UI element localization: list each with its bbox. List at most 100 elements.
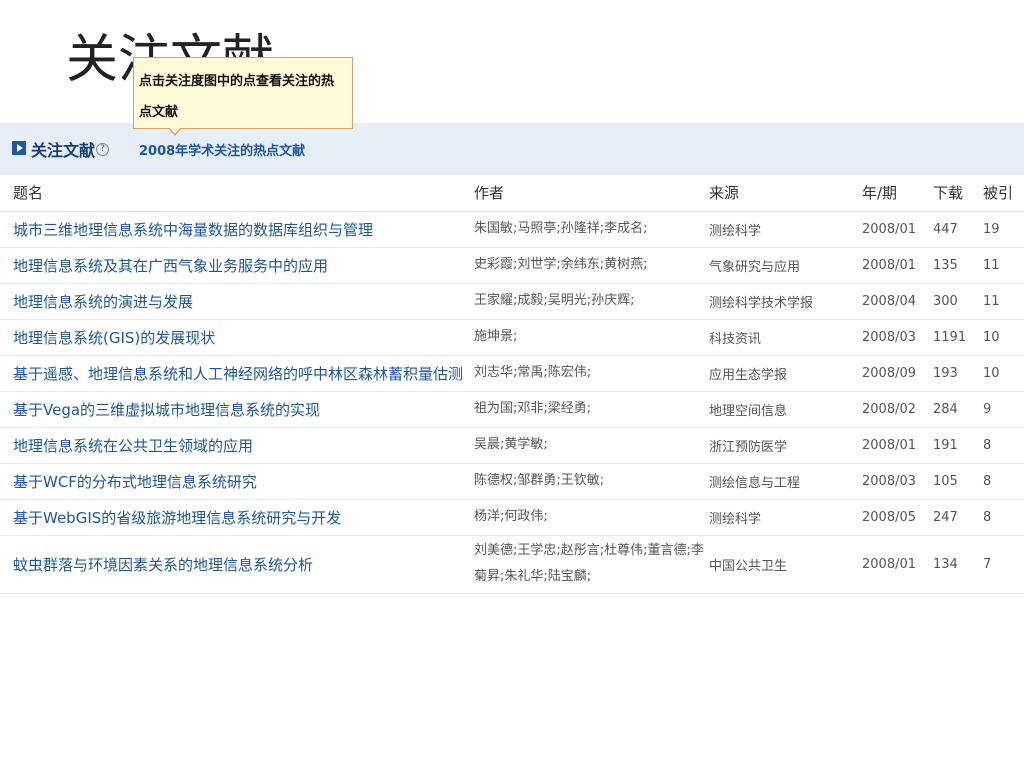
help-icon[interactable]: ?: [96, 143, 109, 156]
cell-source: 地理空间信息: [709, 391, 862, 427]
article-cited: 19: [983, 221, 1000, 237]
cell-downloads: 447: [933, 211, 983, 247]
article-issue: 2008/03: [862, 473, 917, 489]
cell-issue: 2008/01: [862, 247, 933, 283]
cell-downloads: 247: [933, 499, 983, 535]
article-issue: 2008/02: [862, 401, 917, 417]
cell-source: 测绘科学: [709, 499, 862, 535]
cell-downloads: 193: [933, 355, 983, 391]
article-issue: 2008/01: [862, 556, 917, 572]
article-cited: 7: [983, 556, 992, 572]
cell-title: 基于遥感、地理信息系统和人工神经网络的呼中林区森林蓄积量估测: [0, 355, 474, 391]
cell-cited: 10: [983, 355, 1024, 391]
article-cited: 10: [983, 329, 1000, 345]
cell-authors: 刘志华;常禹;陈宏伟;: [474, 355, 709, 391]
table-row: 地理信息系统及其在广西气象业务服务中的应用 史彩霞;刘世学;余纬东;黄树燕; 气象研…: [0, 247, 1024, 283]
cell-downloads: 300: [933, 283, 983, 319]
article-title-link[interactable]: 基于遥感、地理信息系统和人工神经网络的呼中林区森林蓄积量估测: [13, 365, 463, 383]
cell-authors: 施坤景;: [474, 319, 709, 355]
article-source: 测绘信息与工程: [709, 475, 801, 491]
article-cited: 8: [983, 473, 992, 489]
cell-issue: 2008/09: [862, 355, 933, 391]
cell-source: 测绘信息与工程: [709, 463, 862, 499]
table-row: 基于WCF的分布式地理信息系统研究 陈德权;邹群勇;王钦敏; 测绘信息与工程 2008…: [0, 463, 1024, 499]
article-issue: 2008/04: [862, 293, 917, 309]
column-header-cited[interactable]: 被引: [983, 175, 1024, 212]
panel-title: 关注文献: [31, 141, 96, 160]
cell-downloads: 284: [933, 391, 983, 427]
cell-authors: 朱国敏;马照亭;孙隆祥;李成名;: [474, 211, 709, 247]
article-downloads: 191: [933, 437, 958, 453]
cell-source: 科技资讯: [709, 319, 862, 355]
article-title-link[interactable]: 蚊虫群落与环境因素关系的地理信息系统分析: [13, 556, 313, 574]
cell-title: 地理信息系统(GIS)的发展现状: [0, 319, 474, 355]
article-authors: 陈德权;邹群勇;王钦敏;: [474, 473, 605, 488]
cell-cited: 7: [983, 535, 1024, 593]
article-authors: 王家耀;成毅;吴明光;孙庆辉;: [474, 293, 635, 308]
article-authors: 朱国敏;马照亭;孙隆祥;李成名;: [474, 221, 648, 236]
article-issue: 2008/01: [862, 221, 917, 237]
cell-issue: 2008/05: [862, 499, 933, 535]
cell-title: 地理信息系统的演进与发展: [0, 283, 474, 319]
cell-cited: 8: [983, 427, 1024, 463]
article-downloads: 105: [933, 473, 958, 489]
cell-title: 基于WebGIS的省级旅游地理信息系统研究与开发: [0, 499, 474, 535]
cell-source: 气象研究与应用: [709, 247, 862, 283]
cell-cited: 11: [983, 283, 1024, 319]
hot-literature-link[interactable]: 2008年学术关注的热点文献: [139, 140, 305, 159]
cell-downloads: 191: [933, 427, 983, 463]
cell-source: 测绘科学技术学报: [709, 283, 862, 319]
cell-title: 基于Vega的三维虚拟城市地理信息系统的实现: [0, 391, 474, 427]
article-issue: 2008/01: [862, 437, 917, 453]
play-arrow-icon: [12, 141, 26, 155]
article-issue: 2008/01: [862, 257, 917, 273]
column-header-downloads[interactable]: 下载: [933, 175, 983, 212]
article-downloads: 447: [933, 221, 958, 237]
article-cited: 8: [983, 509, 992, 525]
article-source: 测绘科学技术学报: [709, 295, 814, 311]
article-title-link[interactable]: 基于WCF的分布式地理信息系统研究: [13, 473, 257, 491]
cell-title: 地理信息系统在公共卫生领域的应用: [0, 427, 474, 463]
article-source: 测绘科学: [709, 223, 762, 239]
hint-tooltip: 点击关注度图中的点查看关注的热点文献: [133, 57, 353, 129]
cell-title: 蚊虫群落与环境因素关系的地理信息系统分析: [0, 535, 474, 593]
table-row: 基于遥感、地理信息系统和人工神经网络的呼中林区森林蓄积量估测 刘志华;常禹;陈宏伟…: [0, 355, 1024, 391]
cell-authors: 史彩霞;刘世学;余纬东;黄树燕;: [474, 247, 709, 283]
article-downloads: 284: [933, 401, 958, 417]
cell-source: 浙江预防医学: [709, 427, 862, 463]
article-authors: 祖为国;邓非;梁经勇;: [474, 401, 592, 416]
cell-authors: 祖为国;邓非;梁经勇;: [474, 391, 709, 427]
focus-literature-panel: 关注文献 ? 2008年学术关注的热点文献 题名 作者 来源 年/期 下载 被引…: [0, 123, 1024, 594]
article-source: 测绘科学: [709, 511, 762, 527]
table-row: 基于Vega的三维虚拟城市地理信息系统的实现 祖为国;邓非;梁经勇; 地理空间信息 2…: [0, 391, 1024, 427]
literature-table: 题名 作者 来源 年/期 下载 被引 城市三维地理信息系统中海量数据的数据库组织…: [0, 175, 1024, 594]
column-header-source[interactable]: 来源: [709, 175, 862, 212]
table-row: 地理信息系统的演进与发展 王家耀;成毅;吴明光;孙庆辉; 测绘科学技术学报 2008/…: [0, 283, 1024, 319]
article-title-link[interactable]: 基于Vega的三维虚拟城市地理信息系统的实现: [13, 401, 320, 419]
cell-issue: 2008/01: [862, 211, 933, 247]
article-title-link[interactable]: 基于WebGIS的省级旅游地理信息系统研究与开发: [13, 509, 341, 527]
article-downloads: 247: [933, 509, 958, 525]
cell-downloads: 105: [933, 463, 983, 499]
article-authors: 史彩霞;刘世学;余纬东;黄树燕;: [474, 257, 648, 272]
article-cited: 9: [983, 401, 992, 417]
article-source: 浙江预防医学: [709, 439, 788, 455]
article-title-link[interactable]: 地理信息系统(GIS)的发展现状: [13, 329, 215, 347]
cell-title: 地理信息系统及其在广西气象业务服务中的应用: [0, 247, 474, 283]
article-authors: 施坤景;: [474, 329, 518, 344]
tooltip-arrow: [168, 127, 182, 136]
article-title-link[interactable]: 地理信息系统及其在广西气象业务服务中的应用: [13, 257, 328, 275]
article-title-link[interactable]: 地理信息系统在公共卫生领域的应用: [13, 437, 253, 455]
column-header-author[interactable]: 作者: [474, 175, 709, 212]
article-downloads: 193: [933, 365, 958, 381]
cell-issue: 2008/01: [862, 427, 933, 463]
article-issue: 2008/09: [862, 365, 917, 381]
article-title-link[interactable]: 地理信息系统的演进与发展: [13, 293, 193, 311]
article-source: 应用生态学报: [709, 367, 788, 383]
cell-issue: 2008/01: [862, 535, 933, 593]
article-downloads: 1191: [933, 329, 967, 345]
column-header-issue[interactable]: 年/期: [862, 175, 933, 212]
article-title-link[interactable]: 城市三维地理信息系统中海量数据的数据库组织与管理: [13, 221, 373, 239]
column-header-title[interactable]: 题名: [0, 175, 474, 212]
cell-cited: 8: [983, 463, 1024, 499]
